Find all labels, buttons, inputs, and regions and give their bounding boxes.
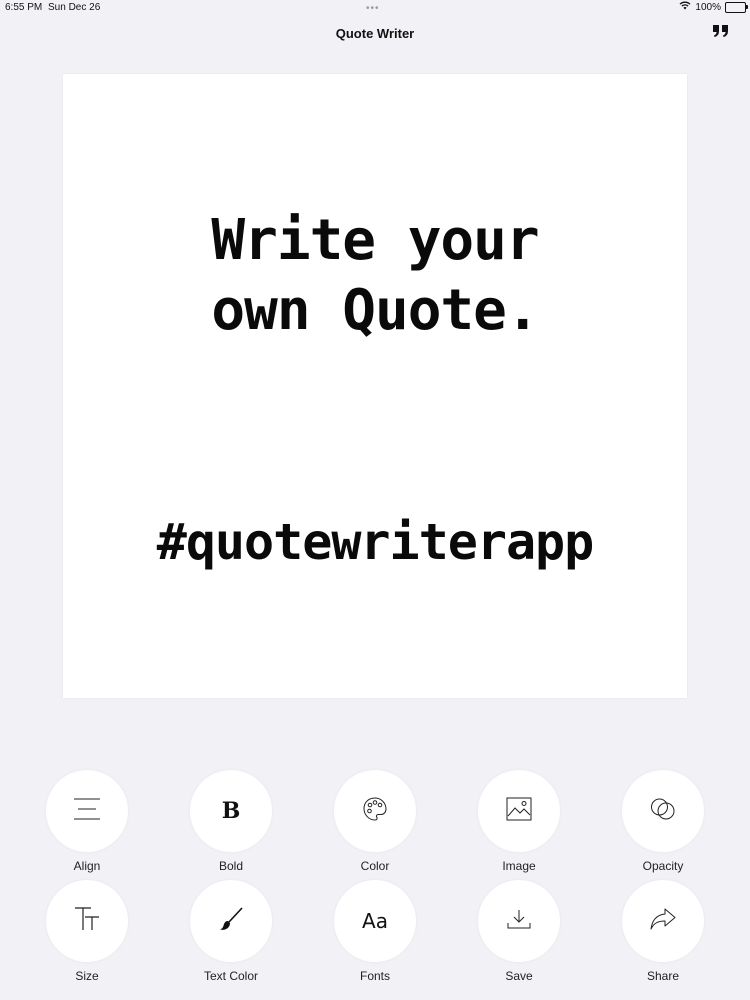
brush-icon xyxy=(218,906,244,937)
status-bar: 6:55 PM Sun Dec 26 ••• 100% xyxy=(0,0,750,16)
text-color-label: Text Color xyxy=(203,969,259,983)
image-icon xyxy=(506,797,532,826)
size-button-circle[interactable] xyxy=(46,880,128,962)
fonts-button[interactable]: Aa Fonts xyxy=(320,878,430,988)
opacity-label: Opacity xyxy=(642,859,684,873)
opacity-button-circle[interactable] xyxy=(622,770,704,852)
nav-title: Quote Writer xyxy=(335,26,415,41)
size-button[interactable]: Size xyxy=(32,878,142,988)
align-label: Align xyxy=(73,859,101,873)
align-button-circle[interactable] xyxy=(46,770,128,852)
quote-canvas[interactable]: Write your own Quote. #quotewriterapp xyxy=(63,74,687,698)
bold-label: Bold xyxy=(218,859,244,873)
image-label: Image xyxy=(502,859,536,873)
quote-button[interactable] xyxy=(710,22,732,44)
status-time: 6:55 PM xyxy=(5,2,43,13)
bold-button-circle[interactable]: B xyxy=(190,770,272,852)
text-color-button-circle[interactable] xyxy=(190,880,272,962)
color-button[interactable]: Color xyxy=(320,768,430,878)
save-label: Save xyxy=(505,969,533,983)
text-color-button[interactable]: Text Color xyxy=(176,878,286,988)
share-button[interactable]: Share xyxy=(608,878,718,988)
status-date: Sun Dec 26 xyxy=(48,2,101,13)
opacity-button[interactable]: Opacity xyxy=(608,768,718,878)
share-label: Share xyxy=(646,969,680,983)
save-button-circle[interactable] xyxy=(478,880,560,962)
image-button-circle[interactable] xyxy=(478,770,560,852)
image-button[interactable]: Image xyxy=(464,768,574,878)
multitasking-dots-icon[interactable]: ••• xyxy=(366,3,380,14)
battery-percent: 100% xyxy=(695,1,721,13)
align-button[interactable]: Align xyxy=(32,768,142,878)
size-label: Size xyxy=(75,969,99,983)
toolbar: Align B Bold Color Image Opacity Size Te… xyxy=(0,768,750,1000)
fonts-aa-icon: Aa xyxy=(362,909,388,933)
fonts-button-circle[interactable]: Aa xyxy=(334,880,416,962)
share-button-circle[interactable] xyxy=(622,880,704,962)
wifi-icon xyxy=(679,1,691,13)
color-button-circle[interactable] xyxy=(334,770,416,852)
download-icon xyxy=(506,908,532,935)
text-size-icon xyxy=(73,906,101,937)
fonts-label: Fonts xyxy=(359,969,390,983)
palette-icon xyxy=(362,796,388,827)
share-arrow-icon xyxy=(649,907,677,936)
quote-text[interactable]: Write your own Quote. xyxy=(63,206,687,346)
color-label: Color xyxy=(360,859,390,873)
quotation-mark-icon xyxy=(712,24,730,43)
status-right: 100% xyxy=(679,1,748,13)
align-lines-icon xyxy=(73,797,101,826)
overlapping-circles-icon xyxy=(649,796,677,827)
hashtag-text[interactable]: #quotewriterapp xyxy=(63,512,687,572)
bold-button[interactable]: B Bold xyxy=(176,768,286,878)
bold-b-icon: B xyxy=(221,798,241,824)
battery-icon xyxy=(725,1,748,13)
save-button[interactable]: Save xyxy=(464,878,574,988)
